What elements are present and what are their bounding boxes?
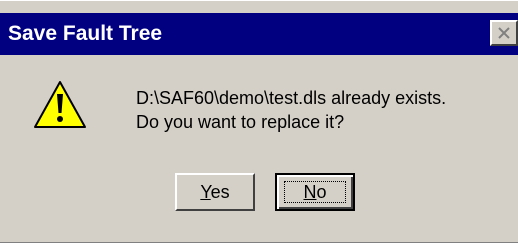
message-text: D:\SAF60\demo\test.dls already exists. D… (136, 86, 446, 134)
close-button[interactable] (490, 20, 518, 46)
close-icon (498, 27, 510, 39)
message-line-2: Do you want to replace it? (136, 112, 345, 132)
dialog-title: Save Fault Tree (8, 22, 163, 45)
warning-icon (34, 81, 86, 128)
no-button-label: No (303, 182, 327, 202)
no-button[interactable]: No (275, 173, 355, 211)
save-fault-tree-dialog: Save Fault Tree D:\SAF60\demo\test.dls a… (0, 0, 518, 243)
yes-button-label: Yes (200, 182, 230, 202)
window-top-edge (0, 0, 518, 13)
title-bar[interactable]: Save Fault Tree (0, 13, 518, 55)
message-line-1: D:\SAF60\demo\test.dls already exists. (136, 88, 447, 108)
yes-button[interactable]: Yes (175, 173, 255, 211)
